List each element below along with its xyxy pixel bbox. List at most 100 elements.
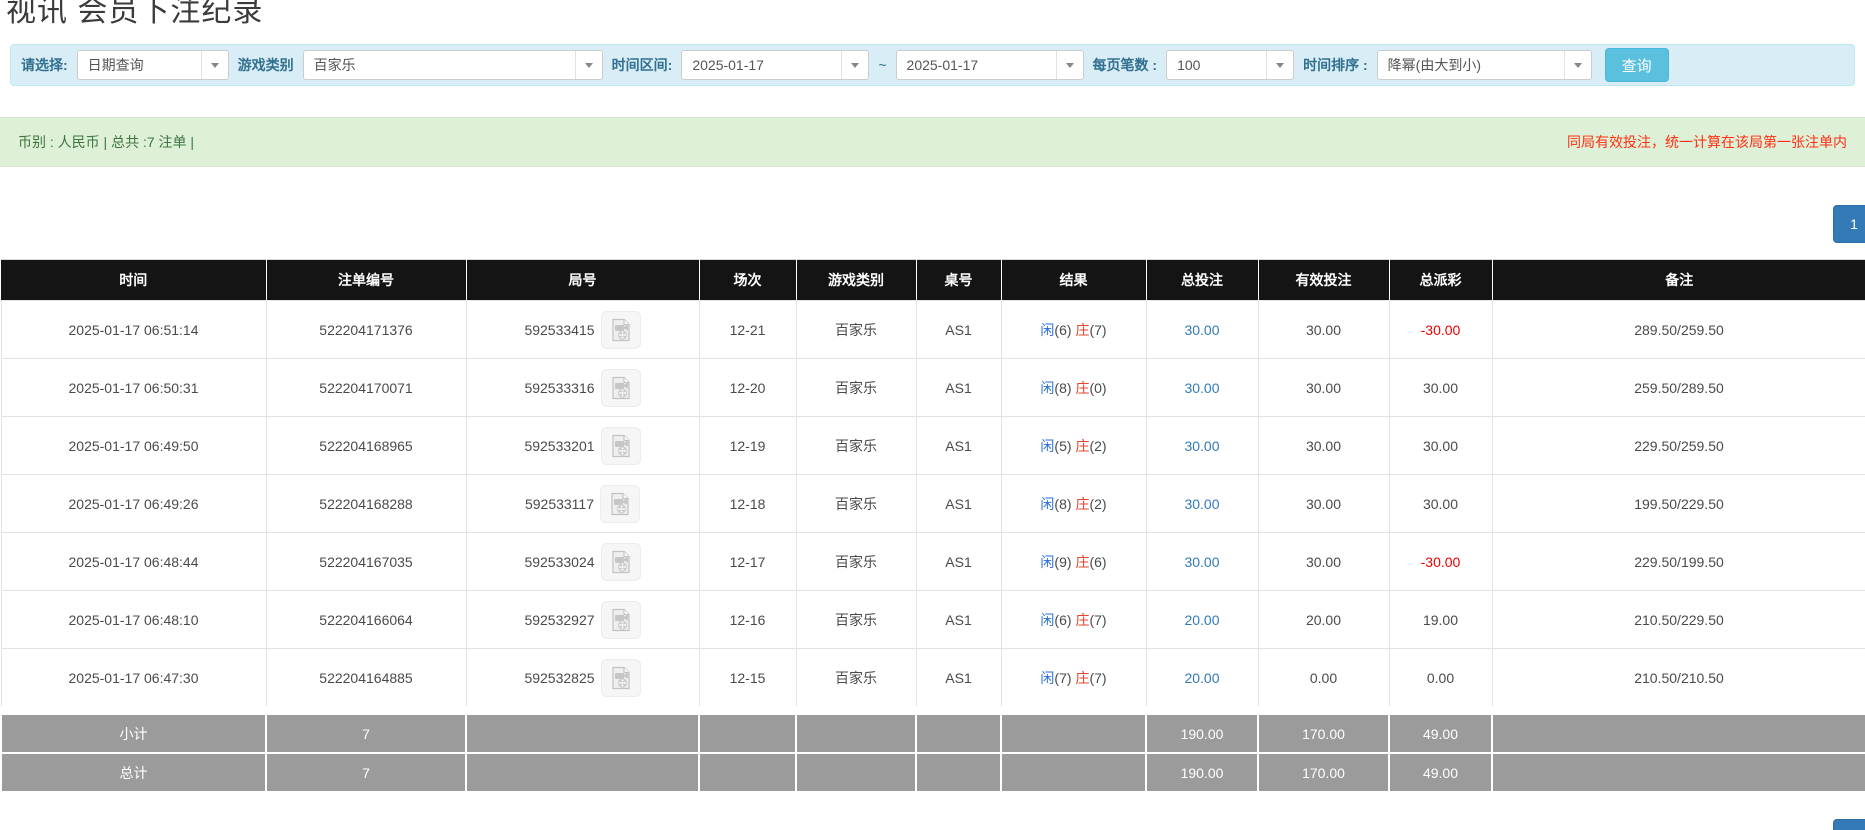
date-to-select[interactable]: 2025-01-17 [896, 50, 1084, 80]
video-replay-icon[interactable] [601, 659, 641, 697]
table-footer: 小计 7 190.00 170.00 49.00 总计 7 190.00 170… [1, 711, 1865, 793]
col-remark: 备注 [1492, 260, 1865, 301]
time-cell: 2025-01-17 06:50:31 [1, 359, 266, 417]
payout-cell: 0.00 [1389, 649, 1492, 711]
round-id-text: 592533316 [524, 380, 594, 396]
video-replay-icon[interactable] [601, 601, 641, 639]
banker-result-points: (7) [1089, 670, 1106, 686]
session-cell: 12-21 [699, 301, 796, 359]
page-size-label: 每页笔数 : [1093, 55, 1158, 75]
video-replay-icon[interactable] [601, 311, 641, 349]
total-bet-cell: 30.00 [1146, 417, 1258, 475]
subtotal-row: 小计 7 190.00 170.00 49.00 [1, 711, 1865, 754]
bet-id-cell: 522204168965 [266, 417, 466, 475]
game-type-cell: 百家乐 [796, 417, 916, 475]
result-cell: 闲(5) 庄(2) [1001, 417, 1146, 475]
video-replay-icon[interactable] [600, 485, 640, 523]
payout-cell: 30.00 [1389, 475, 1492, 533]
payout-cell: -30.00 [1389, 301, 1492, 359]
subtotal-count: 7 [266, 711, 466, 754]
banker-result-label: 庄 [1075, 612, 1089, 628]
total-bet-link[interactable]: 30.00 [1184, 554, 1219, 570]
table-header: 时间 注单编号 局号 场次 游戏类别 桌号 结果 总投注 有效投注 总派彩 备注 [1, 260, 1865, 301]
round-id-cell: 592533024 [466, 533, 699, 591]
player-result-label: 闲 [1040, 554, 1054, 570]
date-from-select[interactable]: 2025-01-17 [681, 50, 869, 80]
player-result-points: (9) [1054, 554, 1071, 570]
banker-result-points: (7) [1089, 322, 1106, 338]
time-cell: 2025-01-17 06:48:10 [1, 591, 266, 649]
round-id-text: 592533117 [525, 496, 594, 512]
valid-bet-notice: 同局有效投注，统一计算在该局第一张注单内 [1567, 132, 1847, 152]
total-bet-link[interactable]: 30.00 [1184, 438, 1219, 454]
col-payout: 总派彩 [1389, 260, 1492, 301]
time-cell: 2025-01-17 06:49:50 [1, 417, 266, 475]
player-result-label: 闲 [1040, 496, 1054, 512]
grand-total-total-bet: 190.00 [1146, 753, 1258, 792]
valid-bet-cell: 30.00 [1258, 475, 1389, 533]
page-1-button[interactable]: 1 [1833, 205, 1865, 243]
result-cell: 闲(9) 庄(6) [1001, 533, 1146, 591]
table-row: 2025-01-17 06:48:44 522204167035 5925330… [1, 533, 1865, 591]
page-1-button[interactable]: 1 [1833, 819, 1865, 830]
video-replay-icon[interactable] [601, 369, 641, 407]
total-bet-link[interactable]: 20.00 [1184, 670, 1219, 686]
result-cell: 闲(6) 庄(7) [1001, 591, 1146, 649]
col-bet-id: 注单编号 [266, 260, 466, 301]
payout-cell: 30.00 [1389, 359, 1492, 417]
page-size-value: 100 [1167, 57, 1266, 73]
session-cell: 12-15 [699, 649, 796, 711]
round-id-cell: 592533117 [466, 475, 699, 533]
bet-id-cell: 522204168288 [266, 475, 466, 533]
total-bet-link[interactable]: 30.00 [1184, 322, 1219, 338]
page-size-select[interactable]: 100 [1166, 50, 1294, 80]
table-row: 2025-01-17 06:49:50 522204168965 5925332… [1, 417, 1865, 475]
col-result: 结果 [1001, 260, 1146, 301]
total-bet-link[interactable]: 20.00 [1184, 612, 1219, 628]
player-result-label: 闲 [1040, 438, 1054, 454]
valid-bet-cell: 30.00 [1258, 359, 1389, 417]
player-result-points: (7) [1054, 670, 1071, 686]
bet-id-cell: 522204164885 [266, 649, 466, 711]
banker-result-label: 庄 [1075, 438, 1089, 454]
player-result-label: 闲 [1040, 670, 1054, 686]
summary-info-bar: 币别 : 人民币 | 总共 :7 注单 | 同局有效投注，统一计算在该局第一张注… [0, 117, 1865, 167]
game-type-value: 百家乐 [304, 55, 575, 75]
banker-result-label: 庄 [1075, 380, 1089, 396]
total-bet-cell: 30.00 [1146, 301, 1258, 359]
result-cell: 闲(6) 庄(7) [1001, 301, 1146, 359]
date-from-value: 2025-01-17 [682, 57, 841, 73]
query-mode-label: 请选择: [21, 55, 68, 75]
payout-cell: 19.00 [1389, 591, 1492, 649]
total-bet-link[interactable]: 30.00 [1184, 380, 1219, 396]
round-id-cell: 592532825 [466, 649, 699, 711]
result-cell: 闲(8) 庄(2) [1001, 475, 1146, 533]
game-type-select[interactable]: 百家乐 [303, 50, 603, 80]
table-no-cell: AS1 [916, 417, 1001, 475]
col-valid-bet: 有效投注 [1258, 260, 1389, 301]
time-sort-select[interactable]: 降幂(由大到小) [1377, 50, 1592, 80]
game-type-cell: 百家乐 [796, 591, 916, 649]
total-bet-cell: 30.00 [1146, 359, 1258, 417]
banker-result-points: (2) [1089, 496, 1106, 512]
game-type-cell: 百家乐 [796, 475, 916, 533]
player-result-points: (6) [1054, 612, 1071, 628]
query-mode-select[interactable]: 日期查询 [77, 50, 229, 80]
banker-result-points: (6) [1089, 554, 1106, 570]
session-cell: 12-17 [699, 533, 796, 591]
payout-cell: 30.00 [1389, 417, 1492, 475]
query-button[interactable]: 查询 [1605, 48, 1669, 82]
bet-id-cell: 522204171376 [266, 301, 466, 359]
grand-total-count: 7 [266, 753, 466, 792]
video-replay-icon[interactable] [601, 543, 641, 581]
grand-total-valid-bet: 170.00 [1258, 753, 1389, 792]
banker-result-points: (2) [1089, 438, 1106, 454]
player-result-label: 闲 [1040, 380, 1054, 396]
chevron-down-icon [1564, 51, 1591, 79]
banker-result-label: 庄 [1075, 322, 1089, 338]
video-replay-icon[interactable] [601, 427, 641, 465]
subtotal-label: 小计 [1, 711, 266, 754]
payout-cell: -30.00 [1389, 533, 1492, 591]
time-cell: 2025-01-17 06:49:26 [1, 475, 266, 533]
total-bet-link[interactable]: 30.00 [1184, 496, 1219, 512]
